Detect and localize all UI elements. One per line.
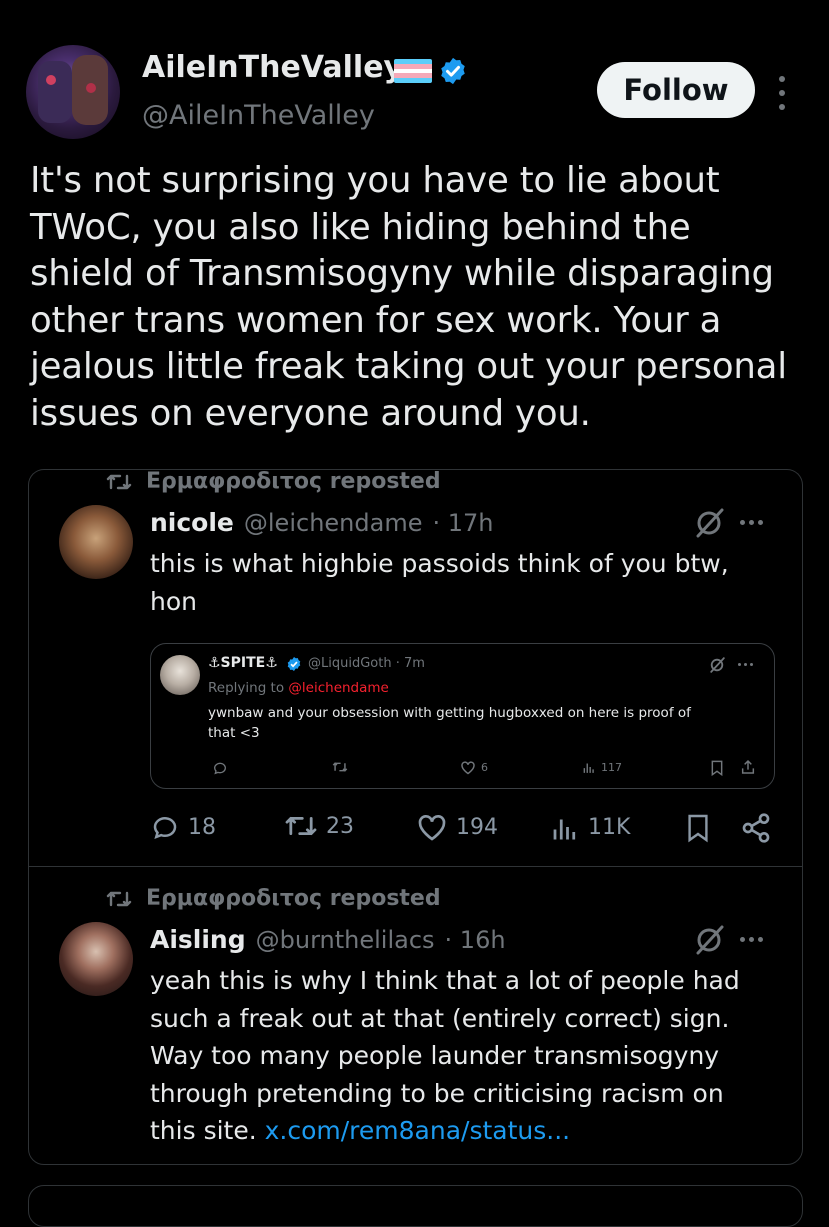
post-time[interactable]: · 16h bbox=[445, 926, 506, 954]
author-avatar[interactable] bbox=[26, 45, 120, 139]
like-count: 194 bbox=[456, 814, 498, 840]
like-icon bbox=[418, 815, 446, 841]
views-button[interactable]: 11K bbox=[550, 812, 630, 842]
reply-button[interactable]: 18 bbox=[150, 812, 216, 842]
trans-flag-icon bbox=[394, 59, 432, 83]
more-options-icon bbox=[738, 663, 753, 666]
reply-icon bbox=[213, 762, 226, 775]
like-icon bbox=[461, 761, 475, 775]
replying-to: Replying to @leichendame bbox=[208, 680, 389, 696]
post-author-handle[interactable]: @burnthelilacs bbox=[256, 926, 435, 954]
repost-label: Ερμαφροδιτος reposted bbox=[146, 469, 441, 494]
post-header: Aisling @burnthelilacs · 16h bbox=[150, 925, 506, 954]
avatar bbox=[160, 655, 200, 695]
post-card[interactable] bbox=[28, 1185, 803, 1227]
post-author-name[interactable]: Aisling bbox=[150, 925, 246, 954]
repost-icon bbox=[285, 816, 317, 836]
repost-label: Ερμαφροδιτος reposted bbox=[146, 886, 441, 911]
quoted-views: 117 bbox=[582, 760, 622, 774]
post-author-handle[interactable]: @leichendame bbox=[244, 509, 423, 537]
more-options-icon[interactable] bbox=[740, 937, 763, 942]
views-icon bbox=[553, 819, 576, 840]
post-header: nicole @leichendame · 17h bbox=[150, 508, 493, 537]
more-options-icon[interactable] bbox=[774, 76, 790, 110]
post-link[interactable]: x.com/rem8ana/status... bbox=[265, 1116, 571, 1145]
bookmark-icon bbox=[711, 760, 723, 776]
views-icon bbox=[583, 763, 594, 773]
repost-indicator: Ερμαφροδιτος reposted bbox=[106, 469, 441, 494]
verified-badge-icon bbox=[287, 657, 301, 671]
post-author-name[interactable]: nicole bbox=[150, 508, 234, 537]
tweet-text: It's not surprising you have to lie abou… bbox=[30, 160, 787, 434]
repost-icon bbox=[332, 762, 348, 772]
repost-icon bbox=[106, 474, 132, 489]
post-text: this is what highbie passoids think of y… bbox=[150, 549, 729, 616]
post-text: yeah this is why I think that a lot of p… bbox=[150, 966, 740, 1145]
reply-icon bbox=[153, 817, 177, 840]
quoted-reply bbox=[212, 760, 228, 776]
share-icon[interactable] bbox=[740, 812, 772, 844]
replying-to-link: @leichendame bbox=[288, 680, 389, 696]
like-button[interactable]: 194 bbox=[416, 812, 498, 842]
repost-button[interactable]: 23 bbox=[284, 812, 354, 840]
repost-icon bbox=[106, 891, 132, 906]
grok-icon[interactable] bbox=[692, 506, 726, 540]
quoted-author-name: ⚓SPITE⚓ bbox=[208, 655, 278, 671]
quoted-author-handle: @LiquidGoth · 7m bbox=[308, 656, 425, 671]
quoted-like: 6 bbox=[460, 760, 488, 775]
author-display-name[interactable]: AileInTheValley bbox=[142, 50, 403, 85]
post-time[interactable]: · 17h bbox=[432, 509, 493, 537]
verified-badge-icon bbox=[441, 57, 465, 85]
repost-indicator: Ερμαφροδιτος reposted bbox=[106, 886, 441, 911]
quoted-repost bbox=[332, 760, 348, 774]
grok-icon[interactable] bbox=[692, 923, 726, 957]
bookmark-icon[interactable] bbox=[686, 813, 710, 843]
avatar[interactable] bbox=[59, 505, 133, 579]
views-count: 11K bbox=[588, 814, 631, 840]
avatar[interactable] bbox=[59, 922, 133, 996]
share-icon bbox=[741, 759, 755, 774]
follow-button[interactable]: Follow bbox=[597, 62, 755, 118]
author-handle[interactable]: @AileInTheValley bbox=[142, 100, 375, 131]
quoted-text: ywnbaw and your obsession with getting h… bbox=[208, 705, 691, 741]
more-options-icon[interactable] bbox=[740, 520, 763, 525]
reply-count: 18 bbox=[188, 814, 216, 840]
grok-icon bbox=[710, 657, 725, 673]
repost-count: 23 bbox=[326, 813, 354, 839]
